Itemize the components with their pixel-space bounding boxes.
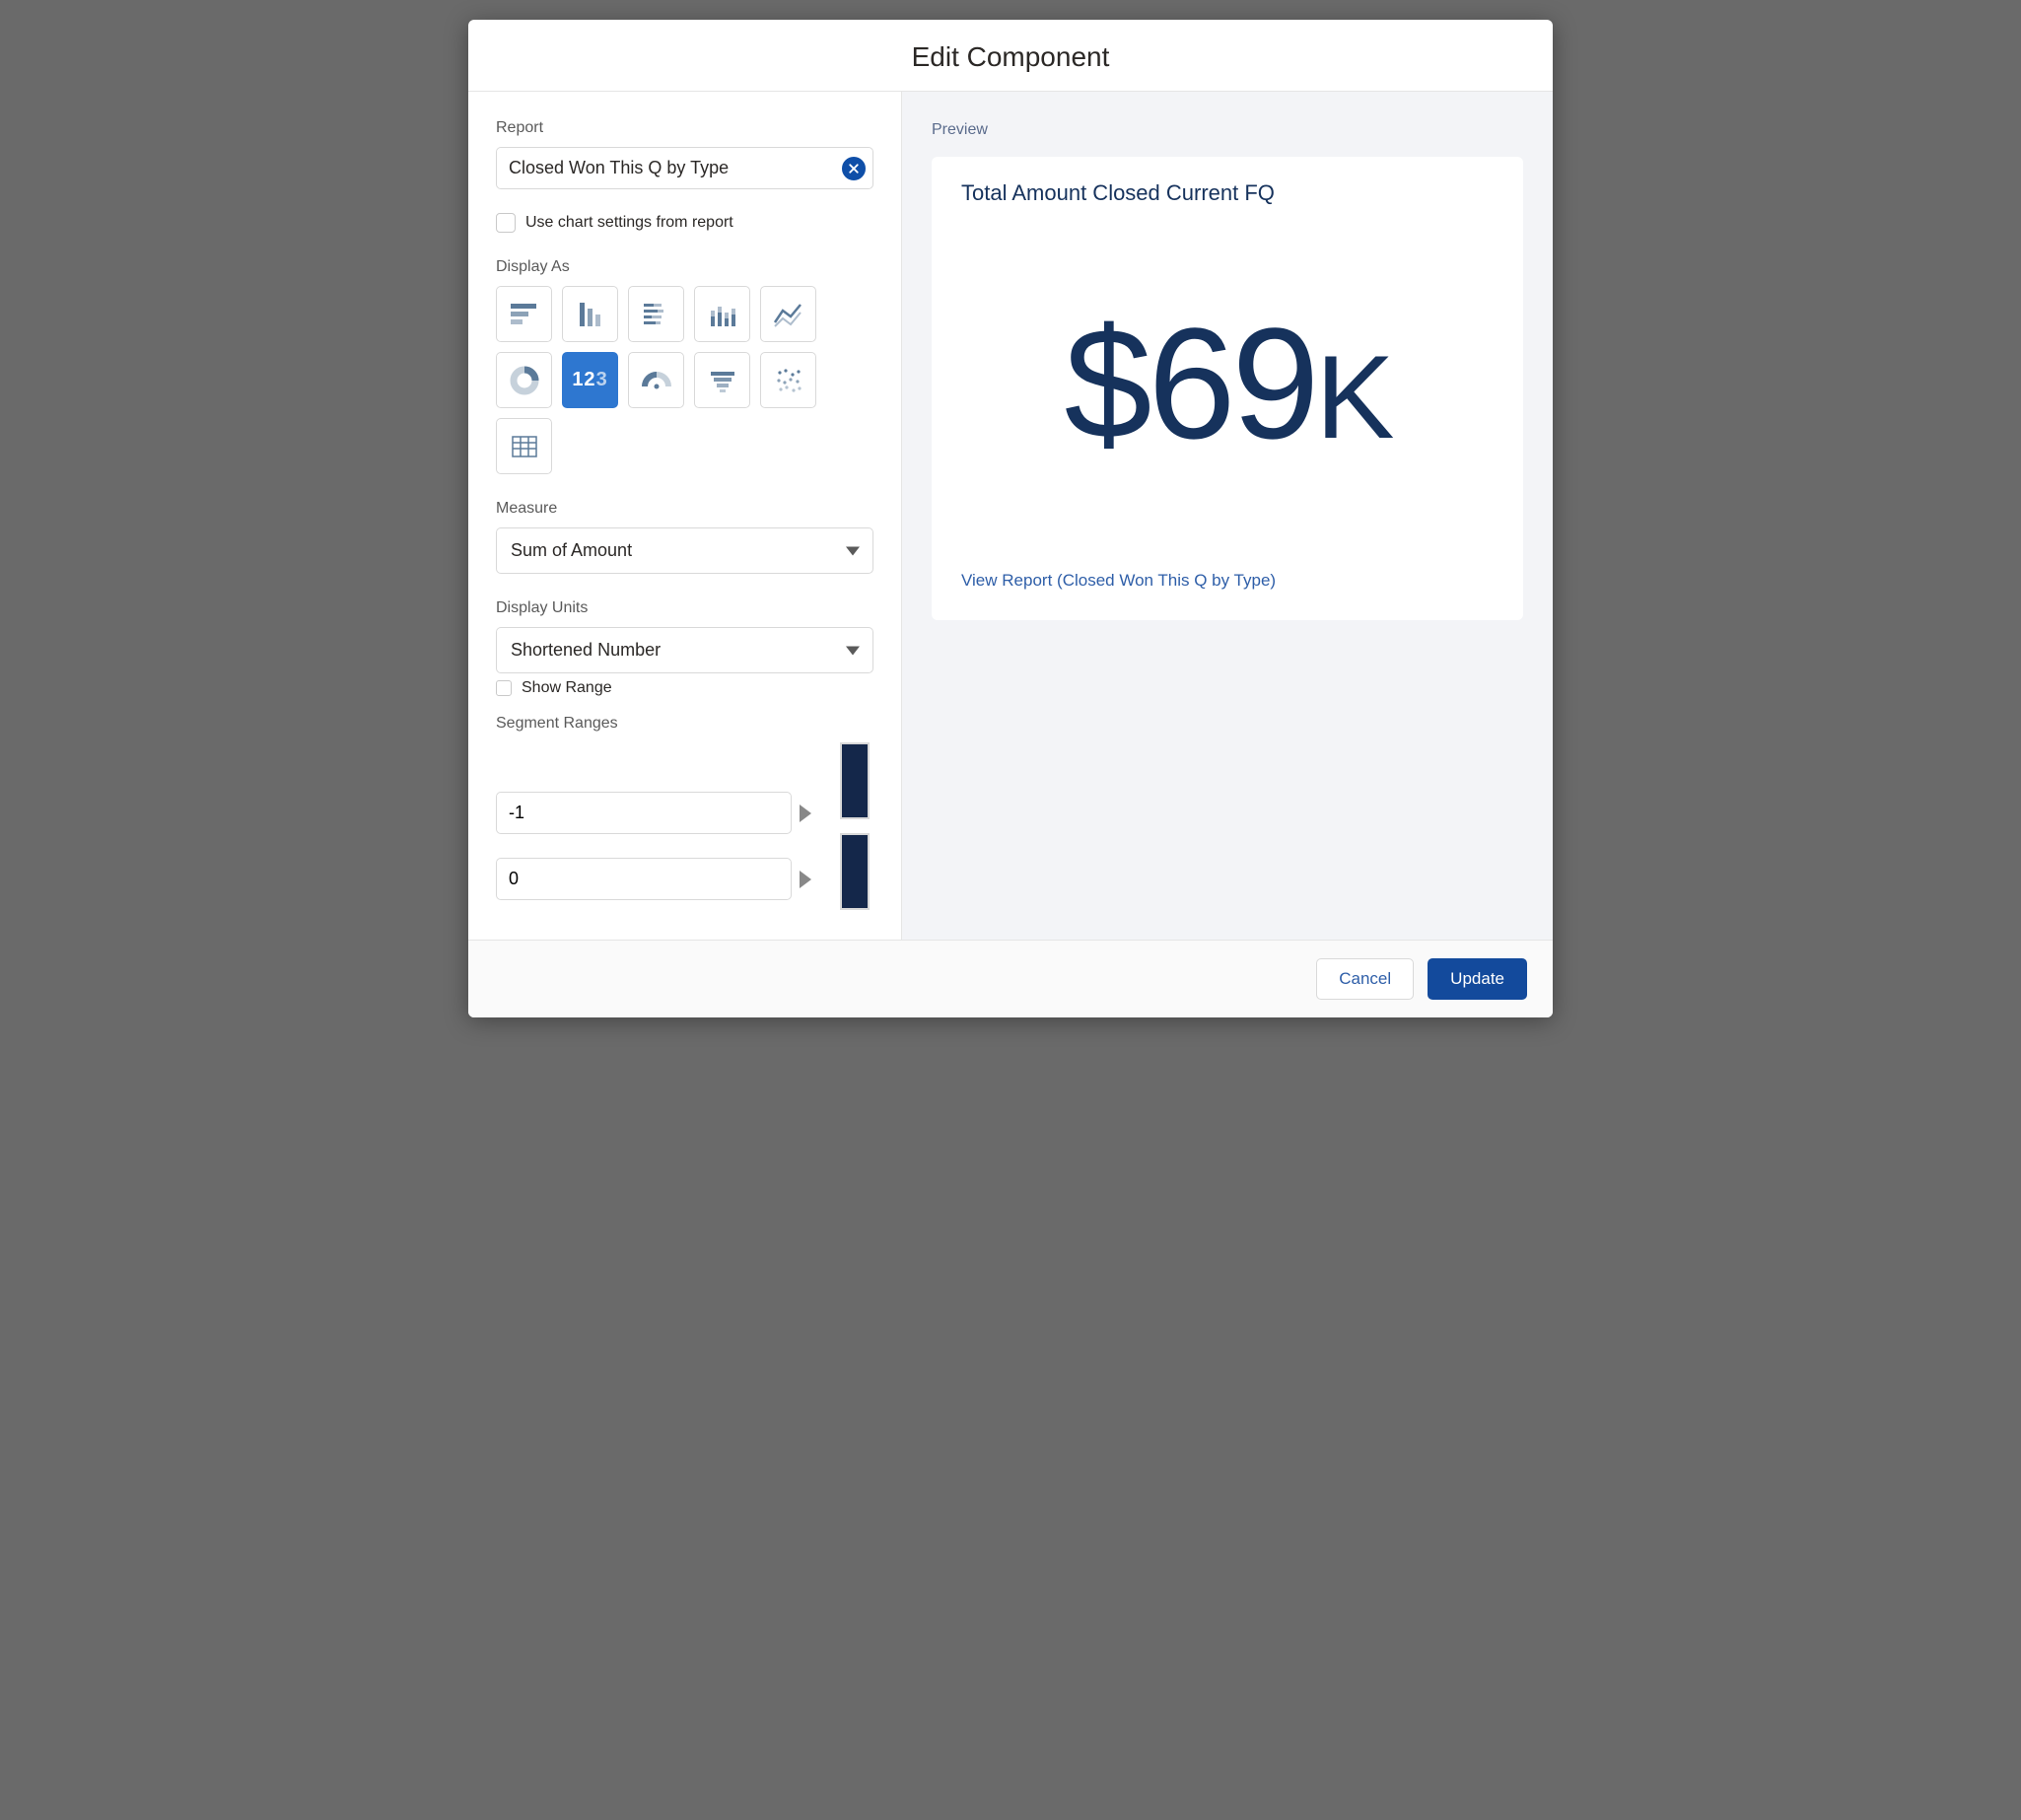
horizontal-bar-icon[interactable]	[496, 286, 552, 342]
display-units-select-wrap: Shortened Number	[496, 627, 873, 673]
table-icon[interactable]	[496, 418, 552, 474]
triangle-right-icon	[800, 805, 811, 822]
report-input-wrap	[496, 147, 873, 189]
segment-row-0	[496, 792, 873, 834]
modal-footer: Cancel Update	[468, 940, 1553, 1017]
show-range-checkbox[interactable]	[496, 680, 512, 696]
metric-number: 69	[1148, 295, 1315, 471]
modal-title: Edit Component	[468, 41, 1553, 73]
chevron-down-icon	[846, 646, 860, 655]
stacked-column-icon[interactable]	[694, 286, 750, 342]
measure-select[interactable]: Sum of Amount	[496, 527, 873, 574]
segment-input-1[interactable]	[496, 858, 792, 900]
scatter-icon[interactable]	[760, 352, 816, 408]
segment-ranges-label: Segment Ranges	[496, 715, 873, 733]
chevron-down-icon	[846, 546, 860, 555]
preview-card-title: Total Amount Closed Current FQ	[961, 180, 1494, 206]
display-units-select[interactable]: Shortened Number	[496, 627, 873, 673]
update-button[interactable]: Update	[1428, 958, 1527, 1000]
preview-pane: Preview Total Amount Closed Current FQ $…	[902, 92, 1553, 940]
triangle-right-icon	[800, 871, 811, 888]
measure-select-wrap: Sum of Amount	[496, 527, 873, 574]
edit-component-modal: Edit Component Report Use chart settings…	[468, 20, 1553, 1017]
report-input[interactable]	[496, 147, 873, 189]
cancel-button[interactable]: Cancel	[1316, 958, 1414, 1000]
display-units-label: Display Units	[496, 599, 873, 617]
clear-report-icon[interactable]	[842, 157, 866, 180]
stacked-bar-icon[interactable]	[628, 286, 684, 342]
display-as-grid: 123	[496, 286, 873, 474]
show-range-row: Show Range	[496, 679, 873, 697]
preview-section-label: Preview	[932, 121, 1523, 139]
use-chart-settings-checkbox[interactable]	[496, 213, 516, 233]
view-report-link[interactable]: View Report (Closed Won This Q by Type)	[961, 571, 1494, 591]
segment-ranges-area	[496, 742, 873, 940]
donut-icon[interactable]	[496, 352, 552, 408]
segment-color-0[interactable]	[840, 742, 870, 819]
segment-input-0[interactable]	[496, 792, 792, 834]
metric-value: $69K	[961, 216, 1494, 551]
measure-label: Measure	[496, 500, 873, 518]
metric-prefix: $	[1065, 295, 1149, 471]
report-label: Report	[496, 119, 873, 137]
display-as-label: Display As	[496, 258, 873, 276]
segment-color-1[interactable]	[840, 833, 870, 910]
use-chart-settings-row: Use chart settings from report	[496, 213, 873, 233]
metric-icon[interactable]: 123	[562, 352, 618, 408]
funnel-icon[interactable]	[694, 352, 750, 408]
modal-body: Report Use chart settings from report Di…	[468, 92, 1553, 940]
gauge-icon[interactable]	[628, 352, 684, 408]
vertical-bar-icon[interactable]	[562, 286, 618, 342]
line-icon[interactable]	[760, 286, 816, 342]
metric-suffix: K	[1315, 331, 1390, 463]
preview-card: Total Amount Closed Current FQ $69K View…	[932, 157, 1523, 620]
segment-row-1	[496, 858, 873, 900]
use-chart-settings-label: Use chart settings from report	[525, 214, 733, 232]
segment-color-column	[840, 742, 870, 910]
show-range-label: Show Range	[522, 679, 612, 697]
modal-header: Edit Component	[468, 20, 1553, 92]
config-pane: Report Use chart settings from report Di…	[468, 92, 902, 940]
